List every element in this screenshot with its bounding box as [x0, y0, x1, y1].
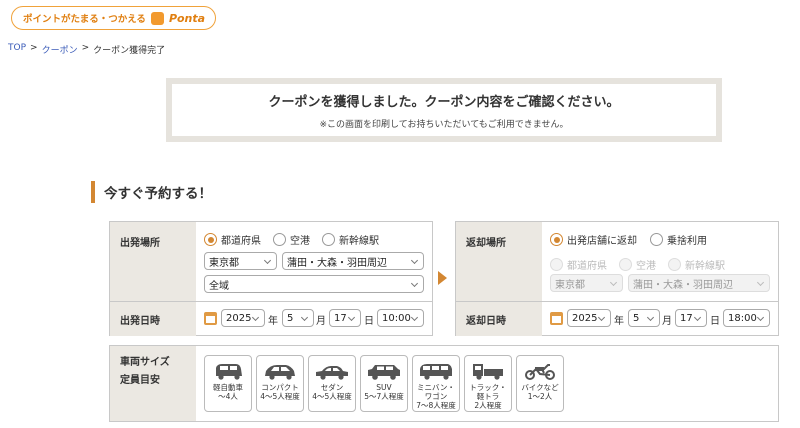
day-unit: 日	[364, 316, 374, 327]
departure-place-row: 出発場所 都道府県 空港 新幹線駅 東京都 蒲田・大森・羽田周辺 全域	[110, 222, 432, 302]
vehicle-type-label: バイクなど 1〜2人	[521, 383, 559, 401]
return-prefecture-select[interactable]: 東京都	[550, 274, 623, 292]
vehicle-panel: 車両サイズ 定員目安 軽自動車 〜4人 コンパクト 4〜5人程度 セダン 4〜5…	[109, 345, 779, 422]
breadcrumb-top-link[interactable]: TOP	[8, 43, 26, 56]
day-unit: 日	[710, 316, 720, 327]
radio-return-oneway[interactable]: 乗捨利用	[650, 232, 707, 247]
radio-return-same-store[interactable]: 出発店舗に返却	[550, 232, 637, 247]
month-unit: 月	[662, 316, 672, 327]
departure-area-select[interactable]: 蒲田・大森・羽田周辺	[282, 252, 424, 270]
month-unit: 月	[316, 316, 326, 327]
vehicle-type-label: セダン 4〜5人程度	[312, 383, 352, 401]
vehicle-type-label: 軽自動車 〜4人	[213, 383, 243, 401]
kei-car-icon	[216, 364, 242, 380]
coupon-notice: クーポンを獲得しました。クーポン内容をご確認ください。 ※この画面を印刷してお持…	[166, 78, 722, 142]
departure-panel: 出発場所 都道府県 空港 新幹線駅 東京都 蒲田・大森・羽田周辺 全域 出発日時…	[109, 221, 433, 336]
motorcycle-icon	[525, 364, 555, 380]
vehicle-type-label: コンパクト 4〜5人程度	[260, 383, 300, 401]
breadcrumb-coupon-link[interactable]: クーポン	[42, 43, 78, 56]
radio-departure-airport[interactable]: 空港	[273, 232, 310, 247]
year-unit: 年	[268, 316, 278, 327]
departure-date-row: 出発日時 2025 年 5 月 17 日 10:00	[110, 302, 432, 336]
breadcrumb: TOP > クーポン > クーポン獲得完了	[8, 43, 165, 56]
calendar-icon[interactable]	[204, 312, 217, 325]
return-area-select[interactable]: 蒲田・大森・羽田周辺	[628, 274, 770, 292]
breadcrumb-separator: >	[81, 43, 90, 53]
vehicle-label: 車両サイズ 定員目安	[110, 346, 196, 421]
departure-day-select[interactable]: 17	[329, 309, 361, 327]
minivan-icon	[420, 364, 452, 380]
suv-icon	[368, 365, 400, 380]
vehicle-capacity-label: 定員目安	[120, 375, 160, 386]
vehicle-type-minivan[interactable]: ミニバン・ ワゴン 7〜8人程度	[412, 355, 460, 412]
breadcrumb-separator: >	[30, 43, 38, 53]
ponta-banner[interactable]: ポイントがたまる・つかえる Ponta	[11, 6, 217, 30]
radio-return-prefecture[interactable]: 都道府県	[550, 257, 607, 272]
vehicle-type-list: 軽自動車 〜4人 コンパクト 4〜5人程度 セダン 4〜5人程度 SUV 5〜7…	[196, 346, 778, 421]
return-time-select[interactable]: 18:00	[723, 309, 770, 327]
vehicle-type-truck[interactable]: トラック・ 軽トラ 2人程度	[464, 355, 512, 412]
calendar-icon[interactable]	[550, 312, 563, 325]
year-unit: 年	[614, 316, 624, 327]
departure-date-label: 出発日時	[110, 302, 196, 336]
departure-district-select[interactable]: 全域	[204, 275, 424, 293]
return-year-select[interactable]: 2025	[567, 309, 611, 327]
arrow-right-icon	[438, 271, 447, 285]
ponta-logo-icon	[150, 11, 164, 25]
return-date-label: 返却日時	[456, 302, 542, 336]
departure-place-label: 出発場所	[110, 222, 196, 301]
vehicle-type-sedan[interactable]: セダン 4〜5人程度	[308, 355, 356, 412]
vehicle-type-label: SUV 5〜7人程度	[364, 383, 404, 401]
ponta-banner-text: ポイントがたまる・つかえる	[23, 14, 146, 25]
vehicle-size-label: 車両サイズ	[120, 357, 170, 368]
return-date-row: 返却日時 2025 年 5 月 17 日 18:00	[456, 302, 778, 336]
truck-icon	[473, 364, 503, 380]
radio-departure-prefecture[interactable]: 都道府県	[204, 232, 261, 247]
vehicle-type-kei[interactable]: 軽自動車 〜4人	[204, 355, 252, 412]
breadcrumb-current: クーポン獲得完了	[93, 46, 166, 56]
departure-prefecture-select[interactable]: 東京都	[204, 252, 277, 270]
notice-title: クーポンを獲得しました。クーポン内容をご確認ください。	[268, 94, 620, 110]
ponta-brand: Ponta	[168, 11, 206, 25]
vehicle-type-compact[interactable]: コンパクト 4〜5人程度	[256, 355, 304, 412]
departure-time-select[interactable]: 10:00	[377, 309, 424, 327]
departure-month-select[interactable]: 5	[282, 309, 314, 327]
return-panel: 返却場所 出発店舗に返却 乗捨利用 都道府県 空港 新幹線駅 東京都 蒲田・大森…	[455, 221, 779, 336]
return-place-row: 返却場所 出発店舗に返却 乗捨利用 都道府県 空港 新幹線駅 東京都 蒲田・大森…	[456, 222, 778, 302]
return-place-label: 返却場所	[456, 222, 542, 301]
radio-return-shinkansen[interactable]: 新幹線駅	[668, 257, 725, 272]
vehicle-type-label: トラック・ 軽トラ 2人程度	[469, 383, 507, 410]
return-month-select[interactable]: 5	[628, 309, 660, 327]
vehicle-type-suv[interactable]: SUV 5〜7人程度	[360, 355, 408, 412]
notice-subtext: ※この画面を印刷してお持ちいただいてもご利用できません。	[319, 119, 569, 130]
vehicle-type-motorcycle[interactable]: バイクなど 1〜2人	[516, 355, 564, 412]
compact-car-icon	[265, 365, 295, 380]
departure-year-select[interactable]: 2025	[221, 309, 265, 327]
page: ポイントがたまる・つかえる Ponta TOP > クーポン > クーポン獲得完…	[0, 0, 800, 428]
section-title: 今すぐ予約する！	[91, 181, 212, 203]
radio-departure-shinkansen[interactable]: 新幹線駅	[322, 232, 379, 247]
radio-return-airport[interactable]: 空港	[619, 257, 656, 272]
vehicle-type-label: ミニバン・ ワゴン 7〜8人程度	[416, 383, 456, 410]
sedan-icon	[316, 366, 348, 380]
return-day-select[interactable]: 17	[675, 309, 707, 327]
